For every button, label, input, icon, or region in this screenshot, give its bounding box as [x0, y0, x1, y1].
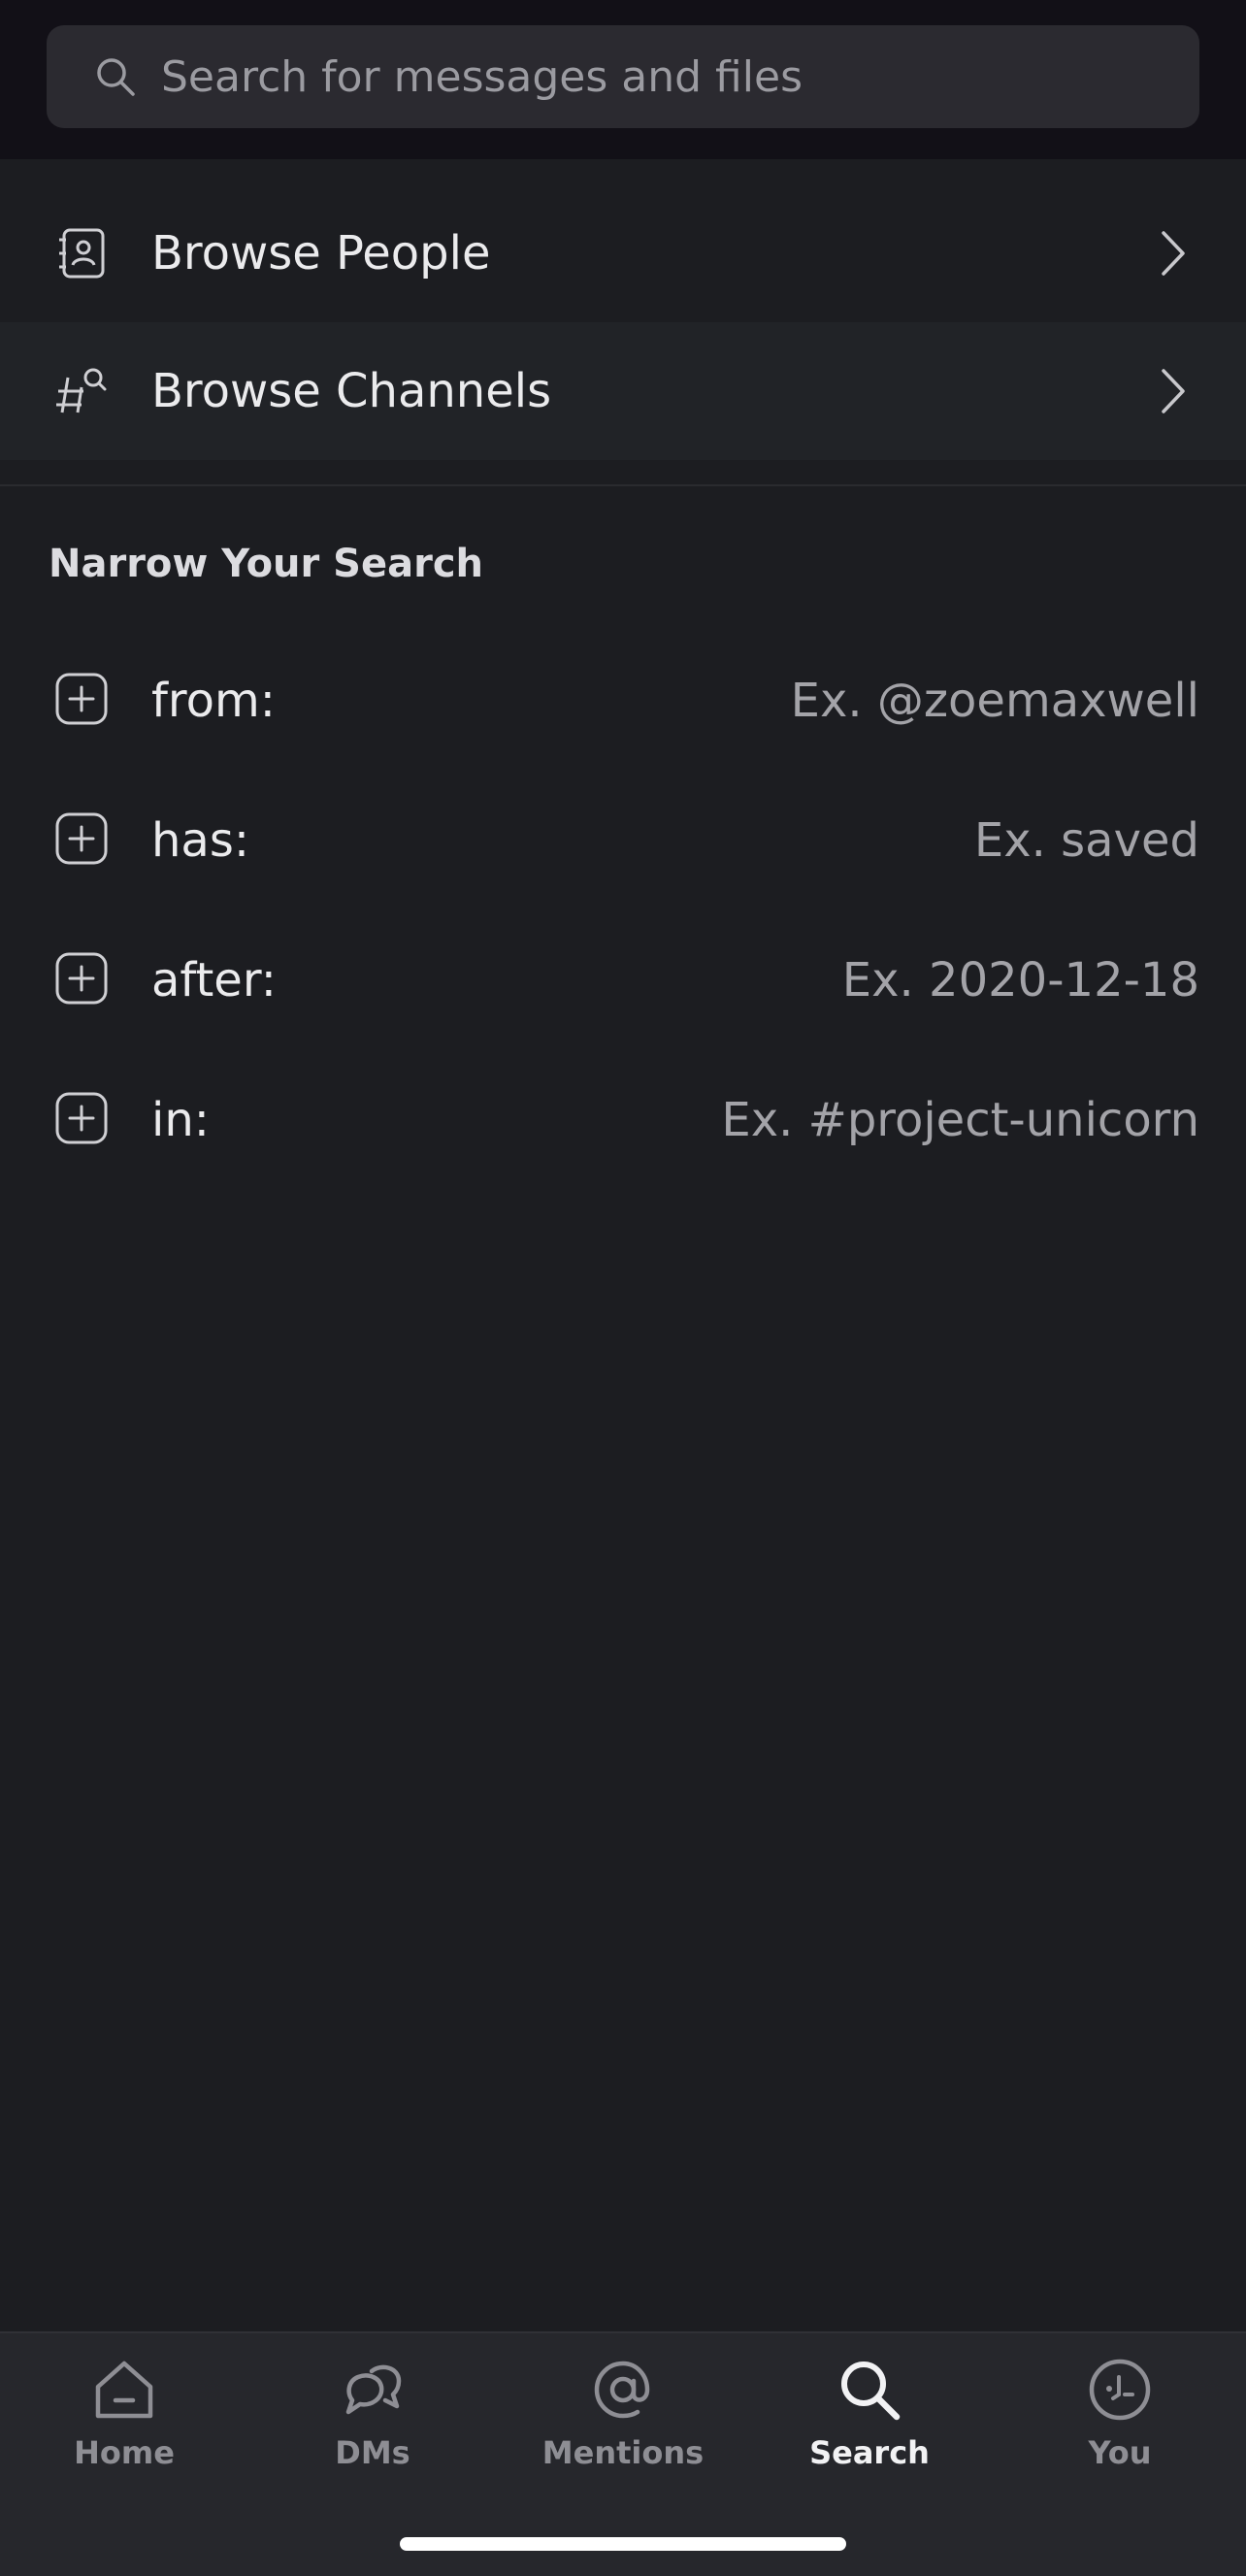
tab-label: Mentions [541, 2434, 705, 2471]
plus-square-icon [54, 672, 109, 726]
search-icon [833, 2353, 906, 2427]
search-header [0, 0, 1246, 159]
browse-people-row[interactable]: Browse People [0, 184, 1246, 322]
filter-key: has: [151, 813, 250, 868]
narrow-search-title: Narrow Your Search [49, 542, 484, 586]
browse-people-label: Browse People [151, 226, 491, 281]
search-bar[interactable] [47, 25, 1199, 128]
plus-square-icon [54, 951, 109, 1006]
you-icon [1083, 2353, 1157, 2427]
filter-row-has[interactable]: has: Ex. saved [0, 790, 1246, 887]
tab-label: You [1088, 2434, 1152, 2471]
contacts-book-icon [54, 226, 109, 281]
filter-example: Ex. @zoemaxwell [790, 674, 1199, 728]
tab-label: Search [809, 2434, 930, 2471]
tab-label: DMs [335, 2434, 410, 2471]
section-divider [0, 484, 1246, 486]
tab-mentions[interactable]: Mentions [516, 2353, 730, 2498]
filter-key: after: [151, 953, 277, 1007]
tab-dms[interactable]: DMs [266, 2353, 479, 2498]
tab-label: Home [74, 2434, 175, 2471]
chevron-right-icon [1153, 364, 1192, 418]
filter-example: Ex. 2020-12-18 [841, 953, 1199, 1007]
home-indicator [400, 2537, 846, 2551]
filter-row-after[interactable]: after: Ex. 2020-12-18 [0, 930, 1246, 1027]
search-screen: Browse People Browse Channels Na [0, 0, 1246, 2576]
chevron-right-icon [1153, 226, 1192, 281]
search-icon [93, 54, 138, 99]
tab-search[interactable]: Search [763, 2353, 976, 2498]
channel-search-icon [54, 364, 109, 418]
filter-row-in[interactable]: in: Ex. #project-unicorn [0, 1070, 1246, 1167]
filter-key: from: [151, 674, 276, 728]
filter-key: in: [151, 1093, 210, 1147]
tab-home[interactable]: Home [17, 2353, 231, 2498]
filter-row-from[interactable]: from: Ex. @zoemaxwell [0, 650, 1246, 747]
dms-icon [336, 2353, 410, 2427]
tab-you[interactable]: You [1013, 2353, 1227, 2498]
plus-square-icon [54, 811, 109, 866]
search-input[interactable] [161, 51, 1199, 102]
browse-channels-label: Browse Channels [151, 364, 552, 418]
plus-square-icon [54, 1091, 109, 1145]
browse-channels-row[interactable]: Browse Channels [0, 322, 1246, 460]
filter-example: Ex. saved [973, 813, 1199, 868]
at-icon [586, 2353, 660, 2427]
filter-example: Ex. #project-unicorn [721, 1093, 1199, 1147]
home-icon [87, 2353, 161, 2427]
